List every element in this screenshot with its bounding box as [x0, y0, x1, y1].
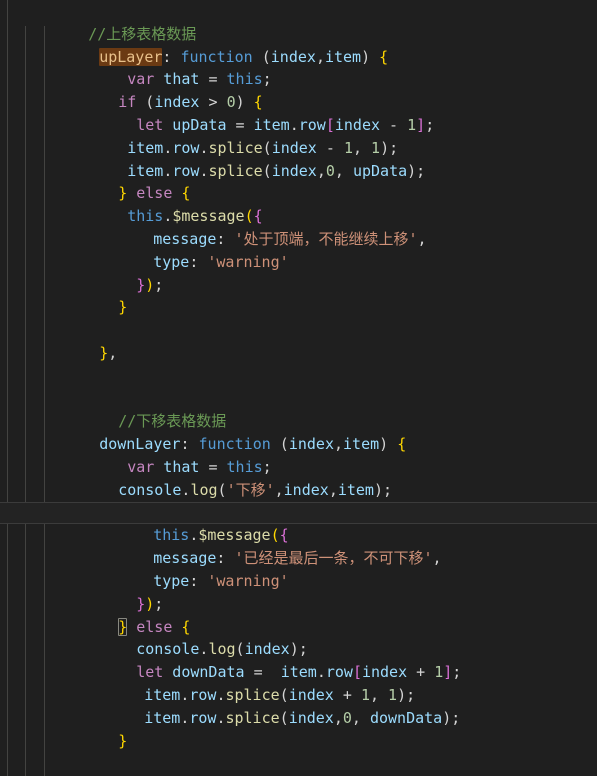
code-line-blank[interactable]	[0, 296, 597, 319]
code-line[interactable]: console.log(index);	[0, 616, 597, 658]
code-line[interactable]: var that = this;	[0, 433, 597, 476]
code-line[interactable]: });	[0, 251, 597, 294]
code-line[interactable]: } else {	[0, 160, 597, 202]
code-line[interactable]: var that = this;	[0, 46, 597, 88]
code-line[interactable]: type: 'warning'	[0, 228, 597, 271]
code-line[interactable]: console.log('下移',index,item);	[0, 456, 597, 499]
code-line[interactable]: }	[0, 707, 597, 750]
code-editor[interactable]: //上移表格数据 upLayer: function (index,item) …	[0, 0, 597, 776]
code-line[interactable]: } else {	[0, 593, 597, 636]
code-line-blank[interactable]	[0, 752, 597, 775]
code-line[interactable]: item.row.splice(index,0, upData);	[0, 137, 597, 180]
code-line[interactable]: }	[0, 274, 597, 316]
code-line[interactable]: this.$message({	[0, 182, 597, 225]
code-line[interactable]: let upData = item.row[index - 1];	[0, 91, 597, 134]
code-line[interactable]: item.row.splice(index - 1, 1);	[0, 114, 597, 157]
code-line-blank[interactable]	[0, 342, 597, 365]
code-line[interactable]: },	[0, 319, 597, 362]
code-content[interactable]: //上移表格数据 upLayer: function (index,item) …	[0, 0, 597, 776]
code-line-blank[interactable]	[0, 365, 597, 388]
code-line[interactable]: let downData = item.row[index + 1];	[0, 638, 597, 681]
code-line[interactable]: item.row.splice(index + 1, 1);	[0, 661, 597, 704]
code-line[interactable]: if ((index + 1) === item.row.length){	[0, 479, 597, 522]
code-line[interactable]: downLayer: function (index,item) {	[0, 410, 597, 453]
code-line-blank[interactable]	[0, 730, 597, 753]
code-line[interactable]: });	[0, 570, 597, 613]
code-line[interactable]: item.row.splice(index,0, downData);	[0, 684, 597, 727]
code-line[interactable]: //上移表格数据	[0, 0, 597, 43]
code-line[interactable]: message: '已经是最后一条，不可下移',	[0, 524, 597, 567]
code-line[interactable]: message: '处于顶端，不能继续上移',	[0, 205, 597, 248]
code-line[interactable]: //下移表格数据	[0, 388, 597, 430]
code-line[interactable]: if (index > 0) {	[0, 68, 597, 111]
code-line[interactable]: upLayer: function (index,item) {	[0, 23, 597, 66]
code-line[interactable]: type: 'warning'	[0, 547, 597, 590]
code-line-current[interactable]: this.$message({	[0, 501, 597, 544]
